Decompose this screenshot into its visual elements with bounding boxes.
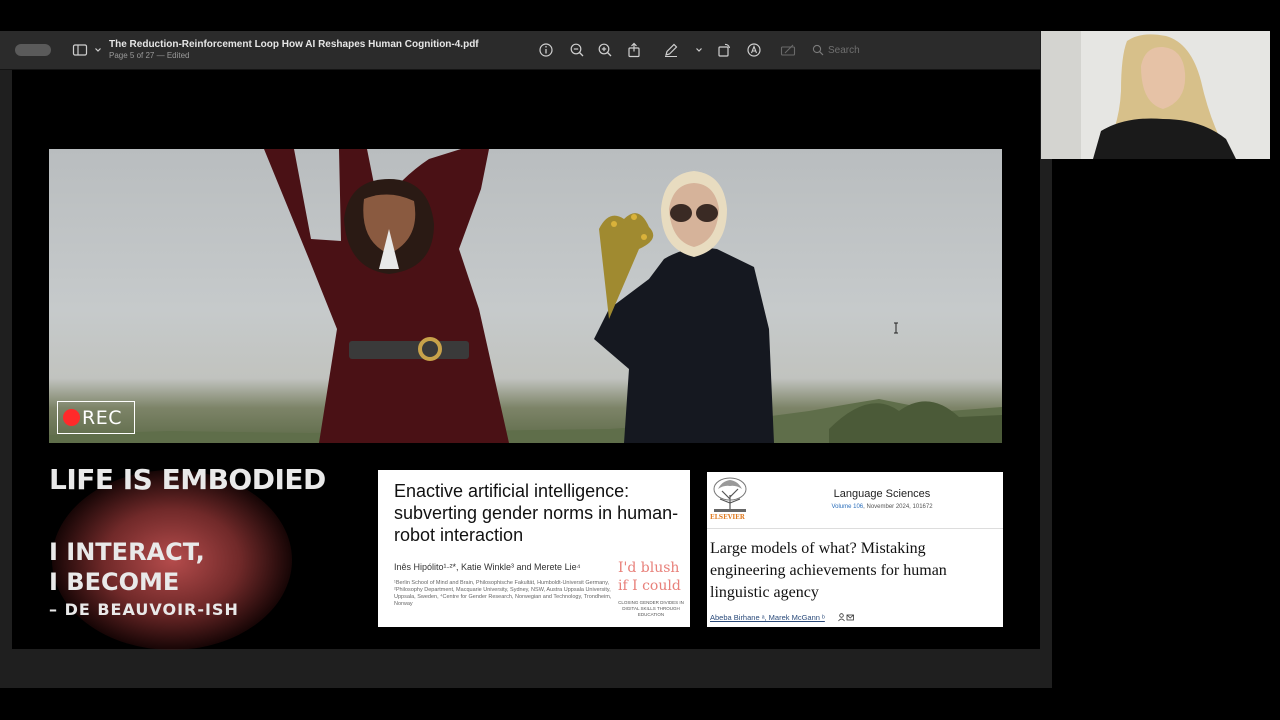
search-box[interactable] (812, 43, 962, 57)
toolbar: The Reduction-Reinforcement Loop How AI … (0, 31, 1040, 70)
divider (707, 528, 1003, 529)
chevron-down-icon[interactable] (90, 42, 101, 58)
hero-photo: REC (49, 149, 1002, 443)
paper-authors[interactable]: Abeba Birhane ᵃ, Marek McGann ᵇ (710, 613, 825, 622)
paper-title: Enactive artificial intelligence: subver… (394, 481, 679, 545)
publisher-name: ELSEVIER (710, 514, 745, 521)
share-icon[interactable] (626, 42, 642, 58)
blush-line-2: if I could (618, 578, 681, 594)
pdf-viewer-window: The Reduction-Reinforcement Loop How AI … (0, 31, 1052, 688)
document-title: The Reduction-Reinforcement Loop How AI … (109, 39, 479, 50)
blush-line-1: I'd blush (618, 560, 680, 576)
paper-title: Large models of what? Mistaking engineer… (710, 540, 947, 601)
author-person-mail-icon[interactable] (838, 613, 854, 622)
info-icon[interactable] (538, 42, 554, 58)
markup-icon[interactable] (746, 42, 762, 58)
rec-indicator: REC (57, 401, 135, 434)
rec-label: REC (82, 406, 122, 429)
paper-card-enactive-ai: Enactive artificial intelligence: subver… (378, 470, 690, 627)
rotate-icon[interactable] (716, 42, 732, 58)
pdf-page: REC LIFE IS EMBODIED I INTERACT, I BECOM… (12, 70, 1040, 650)
zoom-in-icon[interactable] (597, 42, 613, 58)
sidebar-icon[interactable] (72, 42, 88, 58)
markup-pen-icon[interactable] (663, 42, 679, 58)
headline-life-is-embodied: LIFE IS EMBODIED (49, 463, 326, 496)
headline-i-become: I BECOME (49, 568, 180, 596)
window-controls[interactable] (15, 44, 51, 56)
webcam-overlay (1041, 31, 1270, 159)
journal-issue-info: , November 2024, 101672 (863, 504, 933, 510)
chevron-down-icon[interactable] (691, 42, 702, 58)
blush-caption: Closing gender divides in digital skills… (618, 600, 684, 617)
record-dot-icon (63, 409, 80, 426)
journal-name: Language Sciences (833, 488, 931, 500)
document-subtitle: Page 5 of 27 — Edited (109, 51, 190, 60)
form-fill-icon[interactable] (780, 42, 796, 58)
paper-authors: Inês Hipólito¹·²*, Katie Winkle³ and Mer… (394, 562, 581, 572)
headline-attribution: – DE BEAUVOIR-ISH (49, 600, 239, 619)
search-icon (812, 44, 824, 56)
paper-affiliation: ¹Berlin School of Mind and Brain, Philos… (394, 580, 612, 607)
journal-volume-link[interactable]: Volume 106 (831, 504, 863, 510)
search-input[interactable] (828, 43, 958, 57)
zoom-out-icon[interactable] (569, 42, 585, 58)
journal-issue: Volume 106, November 2024, 101672 (787, 504, 977, 510)
paper-card-large-models: ELSEVIER Language Sciences Volume 106, N… (707, 472, 1003, 627)
id-blush-cover: I'd blush if I could Closing gender divi… (614, 556, 690, 626)
text-cursor-icon (894, 322, 898, 334)
headline-i-interact: I INTERACT, (49, 538, 205, 566)
